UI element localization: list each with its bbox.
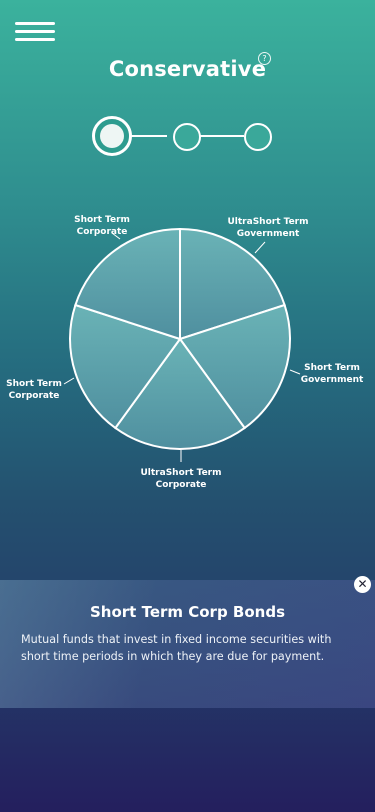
pie-label-line: Short Term bbox=[304, 363, 360, 373]
menu-bar bbox=[15, 22, 55, 25]
pie-label-line: Short Term bbox=[74, 215, 130, 225]
step-1-current[interactable] bbox=[92, 116, 132, 156]
question-circle-icon[interactable]: ? bbox=[258, 52, 271, 65]
info-card-description: Mutual funds that invest in fixed income… bbox=[21, 633, 332, 663]
pie-slice-label: Short Term Corporate bbox=[74, 215, 130, 237]
pie-label-leader bbox=[63, 377, 75, 385]
stepper-connector bbox=[127, 135, 167, 137]
allocation-pie-chart: UltraShort Term Government Short Term Gover… bbox=[6, 215, 364, 490]
pie-label-line: Corporate bbox=[77, 227, 128, 237]
close-x-icon[interactable]: ✕ bbox=[354, 576, 371, 593]
stepper-connector bbox=[199, 135, 244, 137]
pie-slice-label: Short Term Corporate bbox=[6, 379, 62, 401]
pie-slice-label: UltraShort Term Government bbox=[227, 217, 308, 239]
pie-slice-label: UltraShort Term Corporate bbox=[140, 468, 221, 490]
step-2[interactable] bbox=[173, 123, 201, 151]
pie-label-line: Government bbox=[237, 229, 300, 239]
pie-label-line: UltraShort Term bbox=[227, 217, 308, 227]
pie-slice-label: Short Term Government bbox=[301, 363, 364, 385]
pie-label-line: Government bbox=[301, 375, 364, 385]
menu-bar bbox=[15, 38, 55, 41]
info-card-title: Short Term Corp Bonds bbox=[90, 603, 285, 621]
step-active-dot bbox=[100, 124, 124, 148]
step-3[interactable] bbox=[244, 123, 272, 151]
pie-label-leader bbox=[254, 241, 266, 254]
pie-label-line: Short Term bbox=[6, 379, 62, 389]
progress-stepper bbox=[92, 116, 274, 156]
pie-label-line: Corporate bbox=[156, 480, 207, 490]
pie-label-line: UltraShort Term bbox=[140, 468, 221, 478]
hamburger-menu-icon[interactable] bbox=[15, 22, 55, 44]
page-title: Conservative bbox=[108, 57, 267, 81]
fund-info-card: ✕ Short Term Corp Bonds Mutual funds tha… bbox=[0, 576, 375, 708]
pie-label-line: Corporate bbox=[9, 391, 60, 401]
pie-label-leader bbox=[289, 369, 301, 375]
menu-bar bbox=[15, 30, 55, 33]
